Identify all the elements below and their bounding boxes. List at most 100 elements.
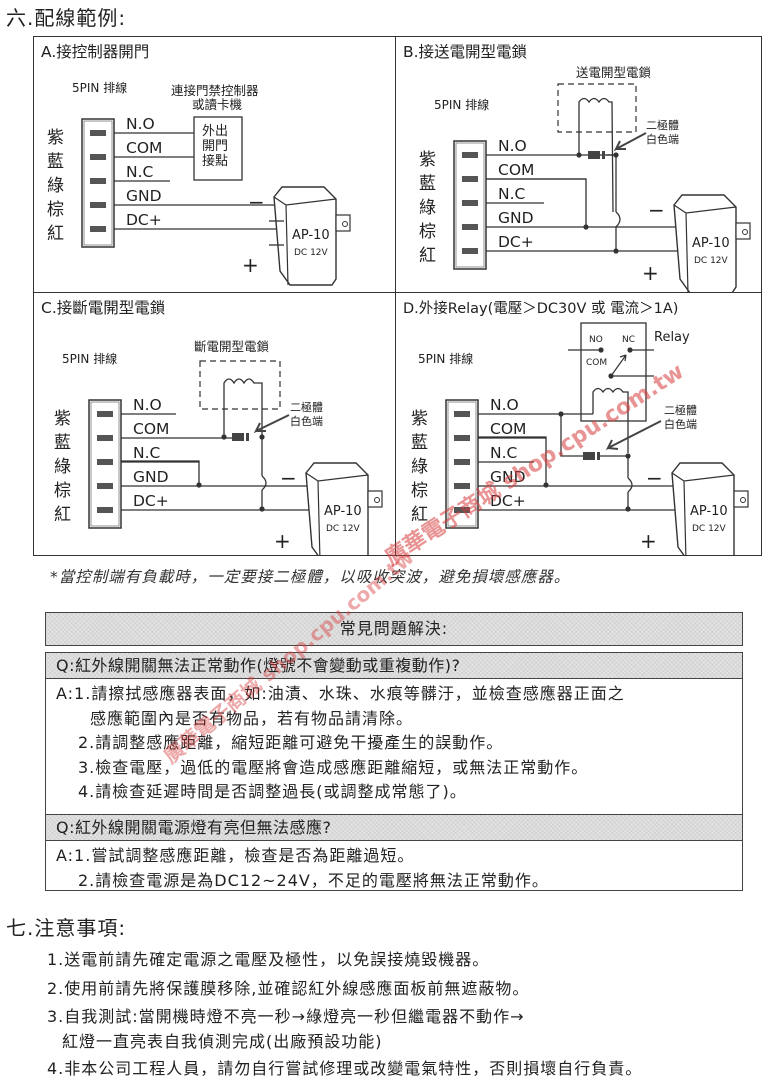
diode-body (583, 452, 595, 460)
minus-sign: − (248, 190, 265, 214)
connector-label: 5PIN 排線 (62, 351, 117, 366)
wire-color-label: 棕 (54, 481, 71, 501)
minus-sign: − (648, 198, 665, 222)
wire-crossover (615, 211, 621, 228)
diode-body (588, 151, 600, 159)
wiring-diagram-grid: A.接控制器開門 5PIN 排線紫藍綠棕紅 N.O COM N.C GND DC+ AP-10… (33, 36, 762, 556)
diode-stripe (602, 151, 605, 159)
wire-color-label: 藍 (47, 152, 64, 172)
relay-label: Relay (654, 330, 690, 345)
relay-terminal-com: COM (586, 358, 607, 368)
pin-label-gnd: GND (126, 187, 162, 205)
connector-pin (97, 483, 113, 489)
diode-label: 二極體 (646, 118, 679, 132)
pin-label-gnd: GND (133, 468, 169, 486)
relay-switch-arm (610, 354, 627, 377)
faq-answer: A:1.嘗試調整感應距離，檢查是否為距離過短。 2.請檢查電源是為DC12~24… (46, 841, 742, 893)
exit-contact-label: 外出 (202, 124, 228, 139)
pin-label-no: N.O (126, 115, 155, 133)
faq-item: Q:紅外線開關無法正常動作(燈號不會變動或重複動作)? A:1.請擦拭感應器表面… (45, 652, 743, 815)
adapter-rating: DC 12V (692, 524, 727, 534)
answer-line: 感應範圍內是否有物品，若有物品請清除。 (90, 708, 414, 728)
wire-color-label: 紫 (419, 150, 436, 170)
wire-color-label: 綠 (54, 457, 71, 477)
diagram-a-svg: A.接控制器開門 5PIN 排線紫藍綠棕紅 N.O COM N.C GND DC+ AP-10… (41, 43, 351, 286)
pin-label-nc: N.C (126, 163, 153, 181)
adapter-model: AP-10 (692, 236, 730, 251)
pin-label-dc+: DC+ (126, 211, 162, 229)
wire-crossover (627, 477, 633, 493)
pin-label-com: COM (126, 139, 162, 157)
connector-pin (462, 176, 478, 182)
connector-pin (97, 411, 113, 417)
connector-pin (462, 200, 478, 206)
wire-color-label: 紅 (419, 246, 436, 266)
wire-color-label: 藍 (419, 174, 436, 194)
minus-sign: − (280, 466, 297, 490)
connector-pin (454, 411, 470, 417)
plus-sign: + (642, 261, 659, 285)
power-adapter: AP-10 DC 12V (673, 194, 751, 292)
diagram-title: A.接控制器開門 (41, 43, 149, 61)
adapter-rating: DC 12V (694, 256, 729, 266)
diagram-title: D.外接Relay(電壓＞DC30V 或 電流＞1A) (403, 300, 678, 317)
pin-label-dc+: DC+ (133, 492, 169, 510)
junction-dot (583, 224, 589, 230)
power-adapter: AP-10 DC 12V (671, 462, 749, 555)
power-adapter: AP-10 DC 12V (305, 462, 383, 555)
junction-dot (543, 482, 549, 488)
wire-color-label: 紅 (54, 505, 71, 525)
faq-title: 常見問題解決: (45, 612, 743, 646)
answer-line: 3.檢查電壓，過低的電壓將會造成感應距離縮短，或無法正常動作。 (78, 757, 589, 777)
wire-color-label: 綠 (419, 198, 436, 218)
connector-pin (90, 130, 106, 136)
wire-color-label: 藍 (54, 433, 71, 453)
exit-contact-label: 開門 (202, 139, 228, 154)
pin-label-no: N.O (490, 396, 519, 414)
diode-label: 二極體 (664, 403, 697, 417)
adapter-rating: DC 12V (294, 248, 329, 258)
connector-pin (97, 435, 113, 441)
notice-item: 4.非本公司工程人員，請勿自行嘗試修理或改變電氣特性，否則損壞自行負責。 (47, 1059, 643, 1078)
minus-sign: − (646, 466, 663, 490)
faq-question: Q:紅外線開關電源燈有亮但無法感應? (46, 815, 742, 841)
diagram-b-svg: B.接送電開型電鎖 5PIN 排線紫藍綠棕紅 N.O COM N.C GND DC+ AP-1… (403, 43, 751, 292)
junction-dot (613, 248, 619, 254)
faq-section: 常見問題解決: Q:紅外線開關無法正常動作(燈號不會變動或重複動作)? A:1.… (45, 612, 743, 891)
connector-pin (454, 435, 470, 441)
diode-pointer-arrow (613, 132, 647, 152)
junction-dot (625, 506, 631, 512)
controller-label: 連接門禁控制器 (171, 83, 259, 98)
pin-label-dc+: DC+ (498, 233, 534, 251)
diagram-panel-a: A.接控制器開門 5PIN 排線紫藍綠棕紅 N.O COM N.C GND DC+ AP-10… (34, 37, 396, 293)
answer-line: A:1.請擦拭感應器表面，如:油漬、水珠、水痕等髒汙，並檢查感應器正面之 (56, 684, 625, 703)
lock-label: 送電開型電鎖 (576, 65, 652, 80)
diagram-panel-c: C.接斷電開型電鎖 5PIN 排線紫藍綠棕紅 N.O COM N.C GND DC+ AP-1… (34, 293, 396, 555)
wire-color-label: 藍 (411, 433, 428, 453)
wire-color-label: 紫 (411, 409, 428, 429)
plus-sign: + (242, 253, 259, 277)
diode-label: 白色端 (664, 417, 697, 431)
adapter-model: AP-10 (292, 228, 330, 243)
pin-label-com: COM (490, 420, 526, 438)
connector-pin (90, 154, 106, 160)
connector-pin (462, 248, 478, 254)
notice-item: 3.自我測試:當開機時燈不亮一秒→綠燈亮一秒但繼電器不動作→ (47, 1007, 525, 1026)
wire-color-label: 紫 (47, 128, 64, 148)
connector-pin (462, 152, 478, 158)
pin-label-nc: N.C (133, 444, 160, 462)
power-adapter: AP-10 DC 12V (273, 186, 351, 286)
lock-label: 斷電開型電鎖 (194, 339, 270, 354)
faq-item: Q:紅外線開關電源燈有亮但無法感應? A:1.嘗試調整感應距離，檢查是否為距離過… (45, 814, 743, 891)
plus-sign: + (274, 529, 291, 553)
pin-label-gnd: GND (498, 209, 534, 227)
wire-color-label: 紫 (54, 409, 71, 429)
wire-color-label: 綠 (47, 176, 64, 196)
diode-note: *當控制端有負載時，一定要接二極體，以吸收突波，避免損壞感應器。 (50, 568, 571, 586)
connector-label: 5PIN 排線 (434, 97, 489, 112)
diode-body (232, 433, 244, 441)
connector-pin (97, 459, 113, 465)
diagram-c-svg: C.接斷電開型電鎖 5PIN 排線紫藍綠棕紅 N.O COM N.C GND DC+ AP-1… (41, 299, 383, 555)
wire-color-label: 棕 (47, 200, 64, 220)
section-6-heading: 六.配線範例: (6, 6, 127, 30)
